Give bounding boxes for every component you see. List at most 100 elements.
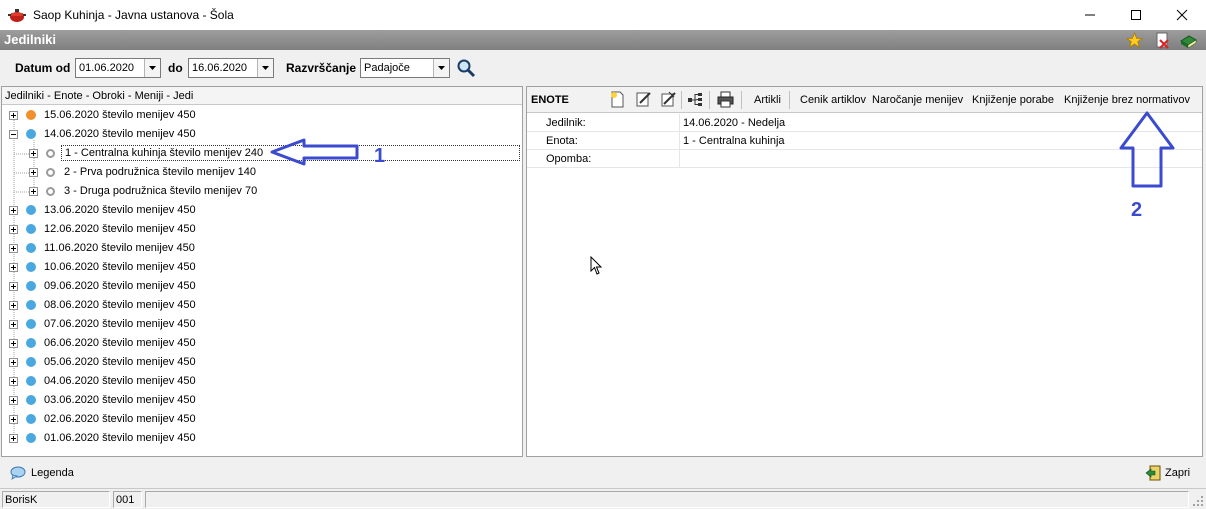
printer-icon[interactable] [717, 91, 734, 108]
toolbar-separator [681, 91, 682, 109]
search-icon[interactable] [456, 58, 476, 78]
tree-day-row[interactable]: 01.06.2020 število menijev 450 [2, 429, 522, 448]
date-from-dropdown-button[interactable] [144, 59, 160, 77]
expand-toggle-icon[interactable] [9, 244, 18, 253]
tree-row-label: 03.06.2020 število menijev 450 [44, 394, 196, 406]
module-header: Jedilniki [0, 30, 1206, 50]
sort-select[interactable]: Padajoče [360, 58, 450, 78]
date-to-dropdown-button[interactable] [257, 59, 273, 77]
resize-grip-icon[interactable] [1192, 495, 1204, 507]
tree-day-row[interactable]: 15.06.2020 število menijev 450 [2, 106, 522, 125]
favorite-star-icon[interactable] [1126, 32, 1143, 49]
new-document-icon[interactable] [609, 91, 626, 108]
toolbar-separator [789, 91, 790, 109]
property-label: Jedilnik: [546, 117, 586, 129]
expand-toggle-icon[interactable] [9, 206, 18, 215]
property-divider [679, 114, 680, 132]
status-dot-icon [26, 243, 36, 253]
speech-bubble-icon [10, 466, 26, 480]
status-dot-icon [26, 129, 36, 139]
property-value[interactable]: 14.06.2020 - Nedelja [683, 117, 785, 129]
tree-row-label: 02.06.2020 število menijev 450 [44, 413, 196, 425]
legend-button[interactable]: Legenda [10, 464, 74, 482]
tree-row-label: 15.06.2020 število menijev 450 [44, 109, 196, 121]
delete-document-icon[interactable] [1154, 32, 1171, 49]
tree-day-row[interactable]: 09.06.2020 število menijev 450 [2, 277, 522, 296]
property-value[interactable]: 1 - Centralna kuhinja [683, 135, 785, 147]
tree-day-row[interactable]: 08.06.2020 število menijev 450 [2, 296, 522, 315]
app-pot-icon [8, 9, 26, 22]
filter-bar: Datum od 01.06.2020 do 16.06.2020 Razvrš… [0, 51, 1206, 83]
tree-day-row[interactable]: 05.06.2020 število menijev 450 [2, 353, 522, 372]
property-label: Enota: [546, 135, 578, 147]
property-label: Opomba: [546, 153, 592, 165]
tree-unit-row[interactable]: 3 - Druga podružnica število menijev 70 [2, 182, 522, 201]
tree-day-row[interactable]: 07.06.2020 število menijev 450 [2, 315, 522, 334]
delete-edit-icon[interactable] [660, 91, 677, 108]
expand-toggle-icon[interactable] [9, 301, 18, 310]
unit-detail-panel: ENOTE Artikli Cenik artiklov Naročanje m… [526, 86, 1203, 457]
date-from-picker[interactable]: 01.06.2020 [75, 58, 161, 78]
collapse-toggle-icon[interactable] [9, 130, 18, 139]
expand-toggle-icon[interactable] [9, 434, 18, 443]
articles-link[interactable]: Artikli [754, 94, 781, 106]
tree-day-row[interactable]: 04.06.2020 število menijev 450 [2, 372, 522, 391]
edit-document-icon[interactable] [635, 91, 652, 108]
tree-structure-icon[interactable] [687, 91, 704, 108]
maximize-icon [1131, 10, 1141, 20]
expand-toggle-icon[interactable] [9, 415, 18, 424]
consumption-booking-link[interactable]: Knjiženje porabe [972, 94, 1054, 106]
expand-toggle-icon[interactable] [9, 396, 18, 405]
tree-row-label: 14.06.2020 število menijev 450 [44, 128, 196, 140]
expand-toggle-icon[interactable] [9, 282, 18, 291]
minimize-button[interactable] [1067, 0, 1113, 30]
close-module-button[interactable]: Zapri [1145, 464, 1190, 482]
status-dot-icon [26, 414, 36, 424]
tree-day-row[interactable]: 12.06.2020 število menijev 450 [2, 220, 522, 239]
date-from-label: Datum od [15, 61, 71, 75]
expand-toggle-icon[interactable] [9, 225, 18, 234]
tree-unit-row[interactable]: 1 - Centralna kuhinja število menijev 24… [2, 144, 522, 163]
tree-row-label: 3 - Druga podružnica število menijev 70 [64, 185, 258, 197]
status-dot-icon [26, 357, 36, 367]
tree-row-label: 09.06.2020 število menijev 450 [44, 280, 196, 292]
date-to-picker[interactable]: 16.06.2020 [188, 58, 274, 78]
expand-toggle-icon[interactable] [9, 377, 18, 386]
order-menus-link[interactable]: Naročanje menijev [872, 94, 963, 106]
menu-tree: 15.06.2020 število menijev 450 14.06.2020… [2, 87, 522, 456]
tree-day-row[interactable]: 06.06.2020 število menijev 450 [2, 334, 522, 353]
tree-day-row[interactable]: 02.06.2020 število menijev 450 [2, 410, 522, 429]
expand-toggle-icon[interactable] [29, 149, 38, 158]
tree-day-row[interactable]: 10.06.2020 število menijev 450 [2, 258, 522, 277]
tree-day-row[interactable]: 11.06.2020 število menijev 450 [2, 239, 522, 258]
tree-row-label: 05.06.2020 število menijev 450 [44, 356, 196, 368]
expand-toggle-icon[interactable] [29, 168, 38, 177]
expand-toggle-icon[interactable] [9, 111, 18, 120]
close-label: Zapri [1165, 467, 1191, 479]
status-dot-icon [26, 110, 36, 120]
date-from-value: 01.06.2020 [79, 62, 135, 74]
tree-unit-row[interactable]: 2 - Prva podružnica število menijev 140 [2, 163, 522, 182]
tree-day-row[interactable]: 03.06.2020 število menijev 450 [2, 391, 522, 410]
expand-toggle-icon[interactable] [9, 358, 18, 367]
tree-day-row[interactable]: 14.06.2020 število menijev 450 [2, 125, 522, 144]
status-empty-cell [145, 491, 1189, 508]
status-dot-icon [26, 395, 36, 405]
help-book-icon[interactable] [1180, 32, 1197, 49]
price-list-link[interactable]: Cenik artiklov [800, 94, 866, 106]
annotation-arrow-up [1119, 111, 1175, 188]
sort-dropdown-button[interactable] [433, 59, 449, 77]
booking-without-norms-link[interactable]: Knjiženje brez normativov [1064, 94, 1190, 106]
mouse-cursor-icon [590, 256, 603, 275]
maximize-button[interactable] [1113, 0, 1159, 30]
tree-row-label: 06.06.2020 število menijev 450 [44, 337, 196, 349]
expand-toggle-icon[interactable] [29, 187, 38, 196]
tree-day-row[interactable]: 13.06.2020 število menijev 450 [2, 201, 522, 220]
property-row: Enota: 1 - Centralna kuhinja [527, 132, 1202, 150]
expand-toggle-icon[interactable] [9, 320, 18, 329]
chevron-down-icon [438, 66, 445, 70]
close-window-button[interactable] [1159, 0, 1205, 30]
toolbar-separator [709, 91, 710, 109]
expand-toggle-icon[interactable] [9, 339, 18, 348]
expand-toggle-icon[interactable] [9, 263, 18, 272]
